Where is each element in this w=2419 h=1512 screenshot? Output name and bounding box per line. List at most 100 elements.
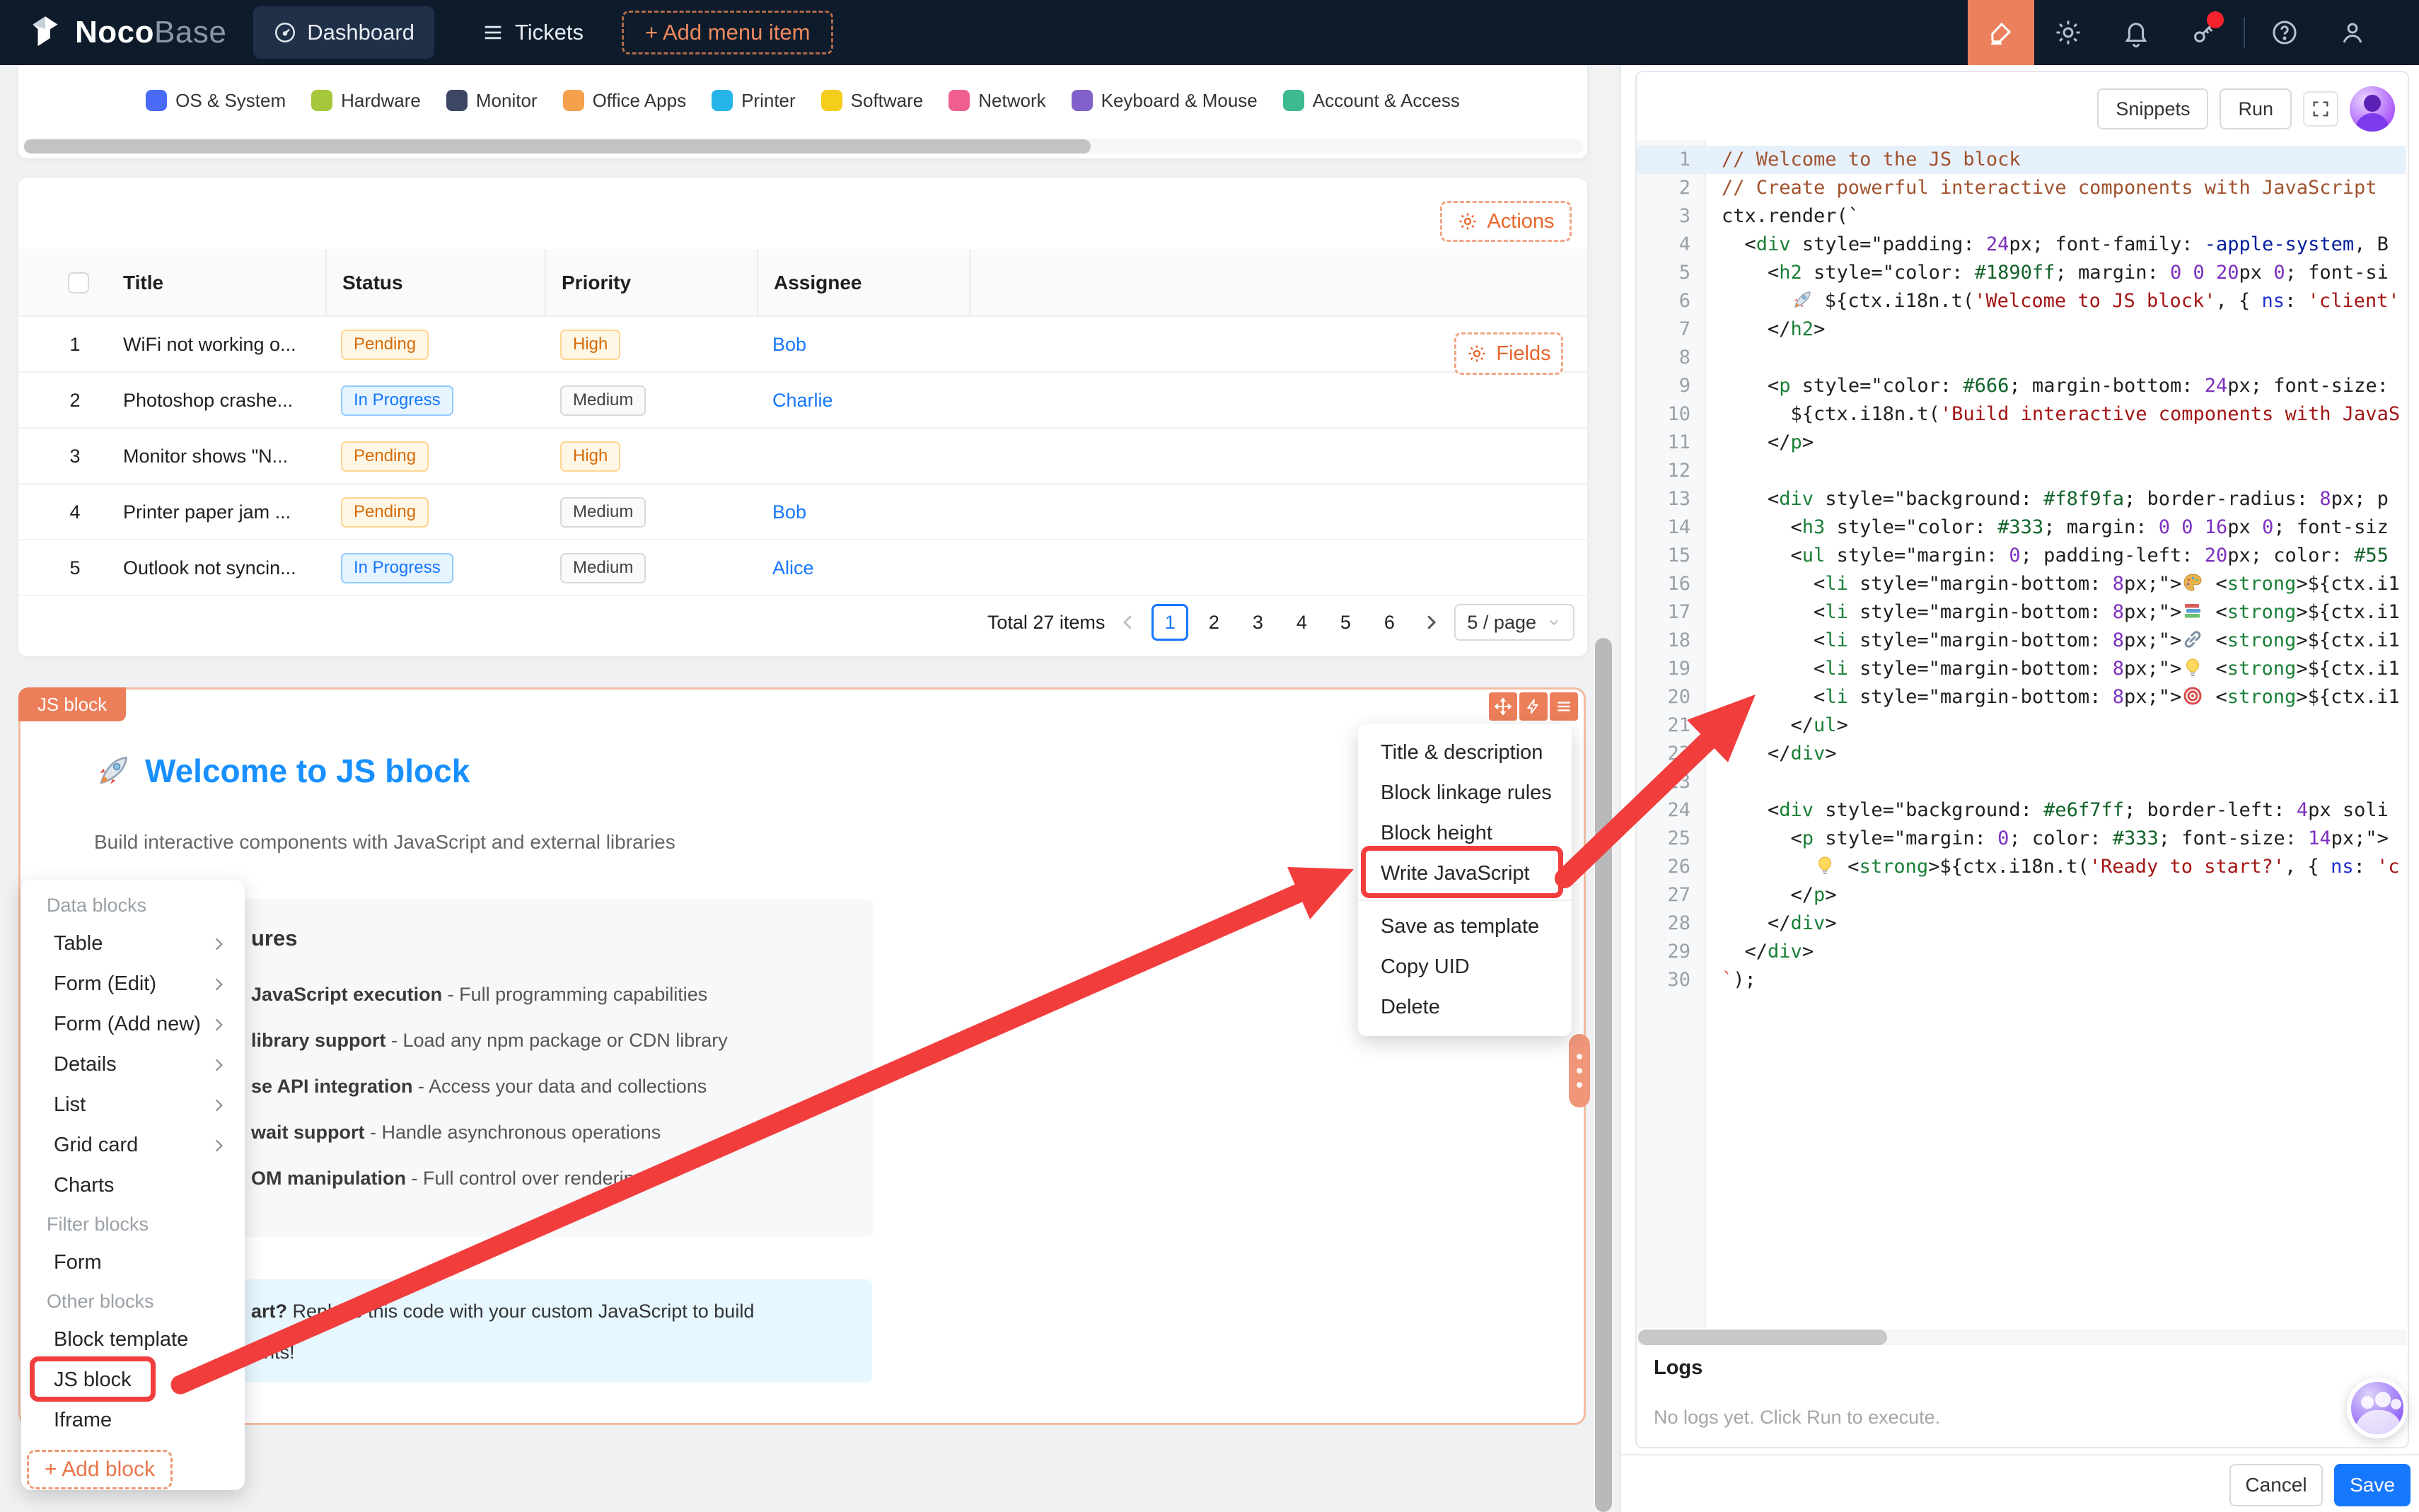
menu-item-details[interactable]: Details [21, 1045, 245, 1085]
row-index: 2 [69, 390, 81, 411]
cell-assignee-link[interactable]: Charlie [772, 373, 833, 429]
legend-item[interactable]: Network [949, 90, 1046, 112]
fullscreen-button[interactable] [2303, 91, 2338, 127]
code-line-content: `); [1722, 969, 1756, 991]
cell-assignee-link[interactable]: Bob [772, 317, 806, 373]
prev-page-button[interactable] [1118, 612, 1139, 633]
code-line-content: <li style="margin-bottom: 8px;"> <strong… [1722, 601, 2400, 623]
cancel-button[interactable]: Cancel [2229, 1464, 2323, 1506]
ui-editor-button[interactable] [1968, 0, 2034, 65]
block-settings-button[interactable] [1550, 692, 1578, 721]
editor-scrollbar-thumb[interactable] [1638, 1330, 1887, 1345]
code-line-content: <div style="padding: 24px; font-family: … [1722, 233, 2389, 255]
line-number: 13 [1667, 488, 1690, 510]
vertical-scrollbar-thumb[interactable] [1595, 638, 1612, 1512]
notifications-button[interactable] [2102, 0, 2170, 65]
context-menu-item-save-as-template[interactable]: Save as template [1358, 907, 1572, 947]
code-line-content: </p> [1722, 884, 1837, 906]
gear-icon [2056, 21, 2080, 45]
legend-item[interactable]: Office Apps [562, 90, 686, 112]
code-line-content: <h2 style="color: #1890ff; margin: 0 0 2… [1722, 262, 2389, 284]
legend-item[interactable]: Software [820, 90, 923, 112]
next-page-button[interactable] [1420, 612, 1441, 633]
help-button[interactable] [2251, 0, 2319, 65]
page-number-2[interactable]: 2 [1195, 604, 1232, 641]
page-number-6[interactable]: 6 [1371, 604, 1408, 641]
settings-button[interactable] [2034, 0, 2102, 65]
legend-item[interactable]: Monitor [446, 90, 538, 112]
user-menu-button[interactable] [2319, 0, 2386, 65]
context-menu-item-copy-uid[interactable]: Copy UID [1358, 947, 1572, 987]
legend-item[interactable]: Keyboard & Mouse [1071, 90, 1258, 112]
menu-item-block-template[interactable]: Block template [21, 1320, 245, 1360]
context-menu-item-block-linkage-rules[interactable]: Block linkage rules [1358, 773, 1572, 813]
nav-tab-dashboard[interactable]: Dashboard [253, 6, 434, 59]
actions-button[interactable]: Actions [1440, 201, 1572, 242]
table-header-row: Title Status Priority Assignee Fields [18, 249, 1587, 375]
cell-title: Monitor shows "N... [123, 446, 289, 467]
menu-item-list[interactable]: List [21, 1085, 245, 1125]
editor-horizontal-scrollbar[interactable] [1638, 1330, 2406, 1345]
page-number-5[interactable]: 5 [1327, 604, 1364, 641]
team-avatar[interactable] [2347, 1378, 2408, 1438]
code-line: 14 <h3 style="color: #333; margin: 0 0 1… [1637, 513, 2406, 542]
context-menu-item-delete[interactable]: Delete [1358, 987, 1572, 1028]
horizontal-scrollbar[interactable] [23, 139, 1583, 154]
code-line-content [1706, 768, 1722, 796]
page-number-3[interactable]: 3 [1239, 604, 1276, 641]
chevron-down-icon [1549, 620, 1559, 626]
legend-item[interactable]: Printer [712, 90, 796, 112]
select-all-checkbox[interactable] [68, 272, 89, 293]
line-number: 11 [1667, 431, 1690, 453]
block-linkage-button[interactable] [1519, 692, 1548, 721]
code-line: 10 ${ctx.i18n.t('Build interactive compo… [1637, 400, 2406, 429]
menu-icon [1557, 702, 1570, 711]
nav-tab-label: Dashboard [307, 20, 414, 45]
help-circle-icon [2273, 21, 2297, 45]
menu-item-form-add-new-[interactable]: Form (Add new) [21, 1004, 245, 1045]
code-line-content: </p> [1722, 431, 1814, 453]
context-menu-item-title-description[interactable]: Title & description [1358, 733, 1572, 773]
nav-tab-tickets[interactable]: Tickets [461, 6, 603, 59]
legend-item[interactable]: Hardware [311, 90, 421, 112]
row-index: 5 [69, 557, 81, 578]
add-menu-item-button[interactable]: + Add menu item [621, 11, 834, 54]
menu-item-form[interactable]: Form [21, 1243, 245, 1283]
api-keys-button[interactable] [2170, 0, 2238, 65]
avatar[interactable] [2350, 86, 2395, 132]
snippets-button[interactable]: Snippets [2097, 88, 2209, 129]
run-button[interactable]: Run [2220, 88, 2292, 129]
menu-item-grid-card[interactable]: Grid card [21, 1125, 245, 1165]
line-number: 12 [1667, 460, 1690, 482]
page-number-1[interactable]: 1 [1152, 604, 1189, 641]
menu-item-charts[interactable]: Charts [21, 1165, 245, 1206]
page-number-4[interactable]: 4 [1283, 604, 1320, 641]
save-button[interactable]: Save [2334, 1464, 2411, 1506]
code-line: 13 <div style="background: #f8f9fa; bord… [1637, 485, 2406, 513]
code-line-content: </div> [1722, 743, 1837, 764]
block-resize-handle[interactable] [1569, 1034, 1590, 1107]
line-number: 5 [1678, 262, 1690, 284]
fields-button[interactable]: Fields [1454, 332, 1563, 375]
line-number: 14 [1667, 516, 1690, 538]
code-line: 24 <div style="background: #e6f7ff; bord… [1637, 796, 2406, 825]
legend-label: Account & Access [1312, 89, 1460, 111]
line-number: 18 [1667, 629, 1690, 651]
feature-item: library support - Load any npm package o… [251, 1030, 728, 1051]
page-size-select[interactable]: 5 / page [1454, 604, 1574, 641]
code-editor[interactable]: 1 // Welcome to the JS block 2 // Create po… [1637, 146, 2406, 1328]
cell-assignee-link[interactable]: Alice [772, 540, 814, 596]
add-block-button[interactable]: + Add block [27, 1450, 173, 1489]
legend-item[interactable]: OS & System [146, 90, 286, 112]
menu-item-table[interactable]: Table [21, 924, 245, 964]
priority-tag: Medium [560, 497, 646, 528]
cell-status: In Progress [341, 540, 453, 596]
cell-assignee-link[interactable]: Bob [772, 484, 806, 540]
menu-item-form-edit-[interactable]: Form (Edit) [21, 964, 245, 1004]
code-line-content [1706, 457, 1722, 485]
horizontal-scrollbar-thumb[interactable] [24, 139, 1091, 153]
menu-item-iframe[interactable]: Iframe [21, 1400, 245, 1441]
legend-item[interactable]: Account & Access [1282, 89, 1460, 112]
drag-block-button[interactable] [1489, 692, 1517, 721]
vertical-scrollbar[interactable] [1593, 65, 1614, 1512]
